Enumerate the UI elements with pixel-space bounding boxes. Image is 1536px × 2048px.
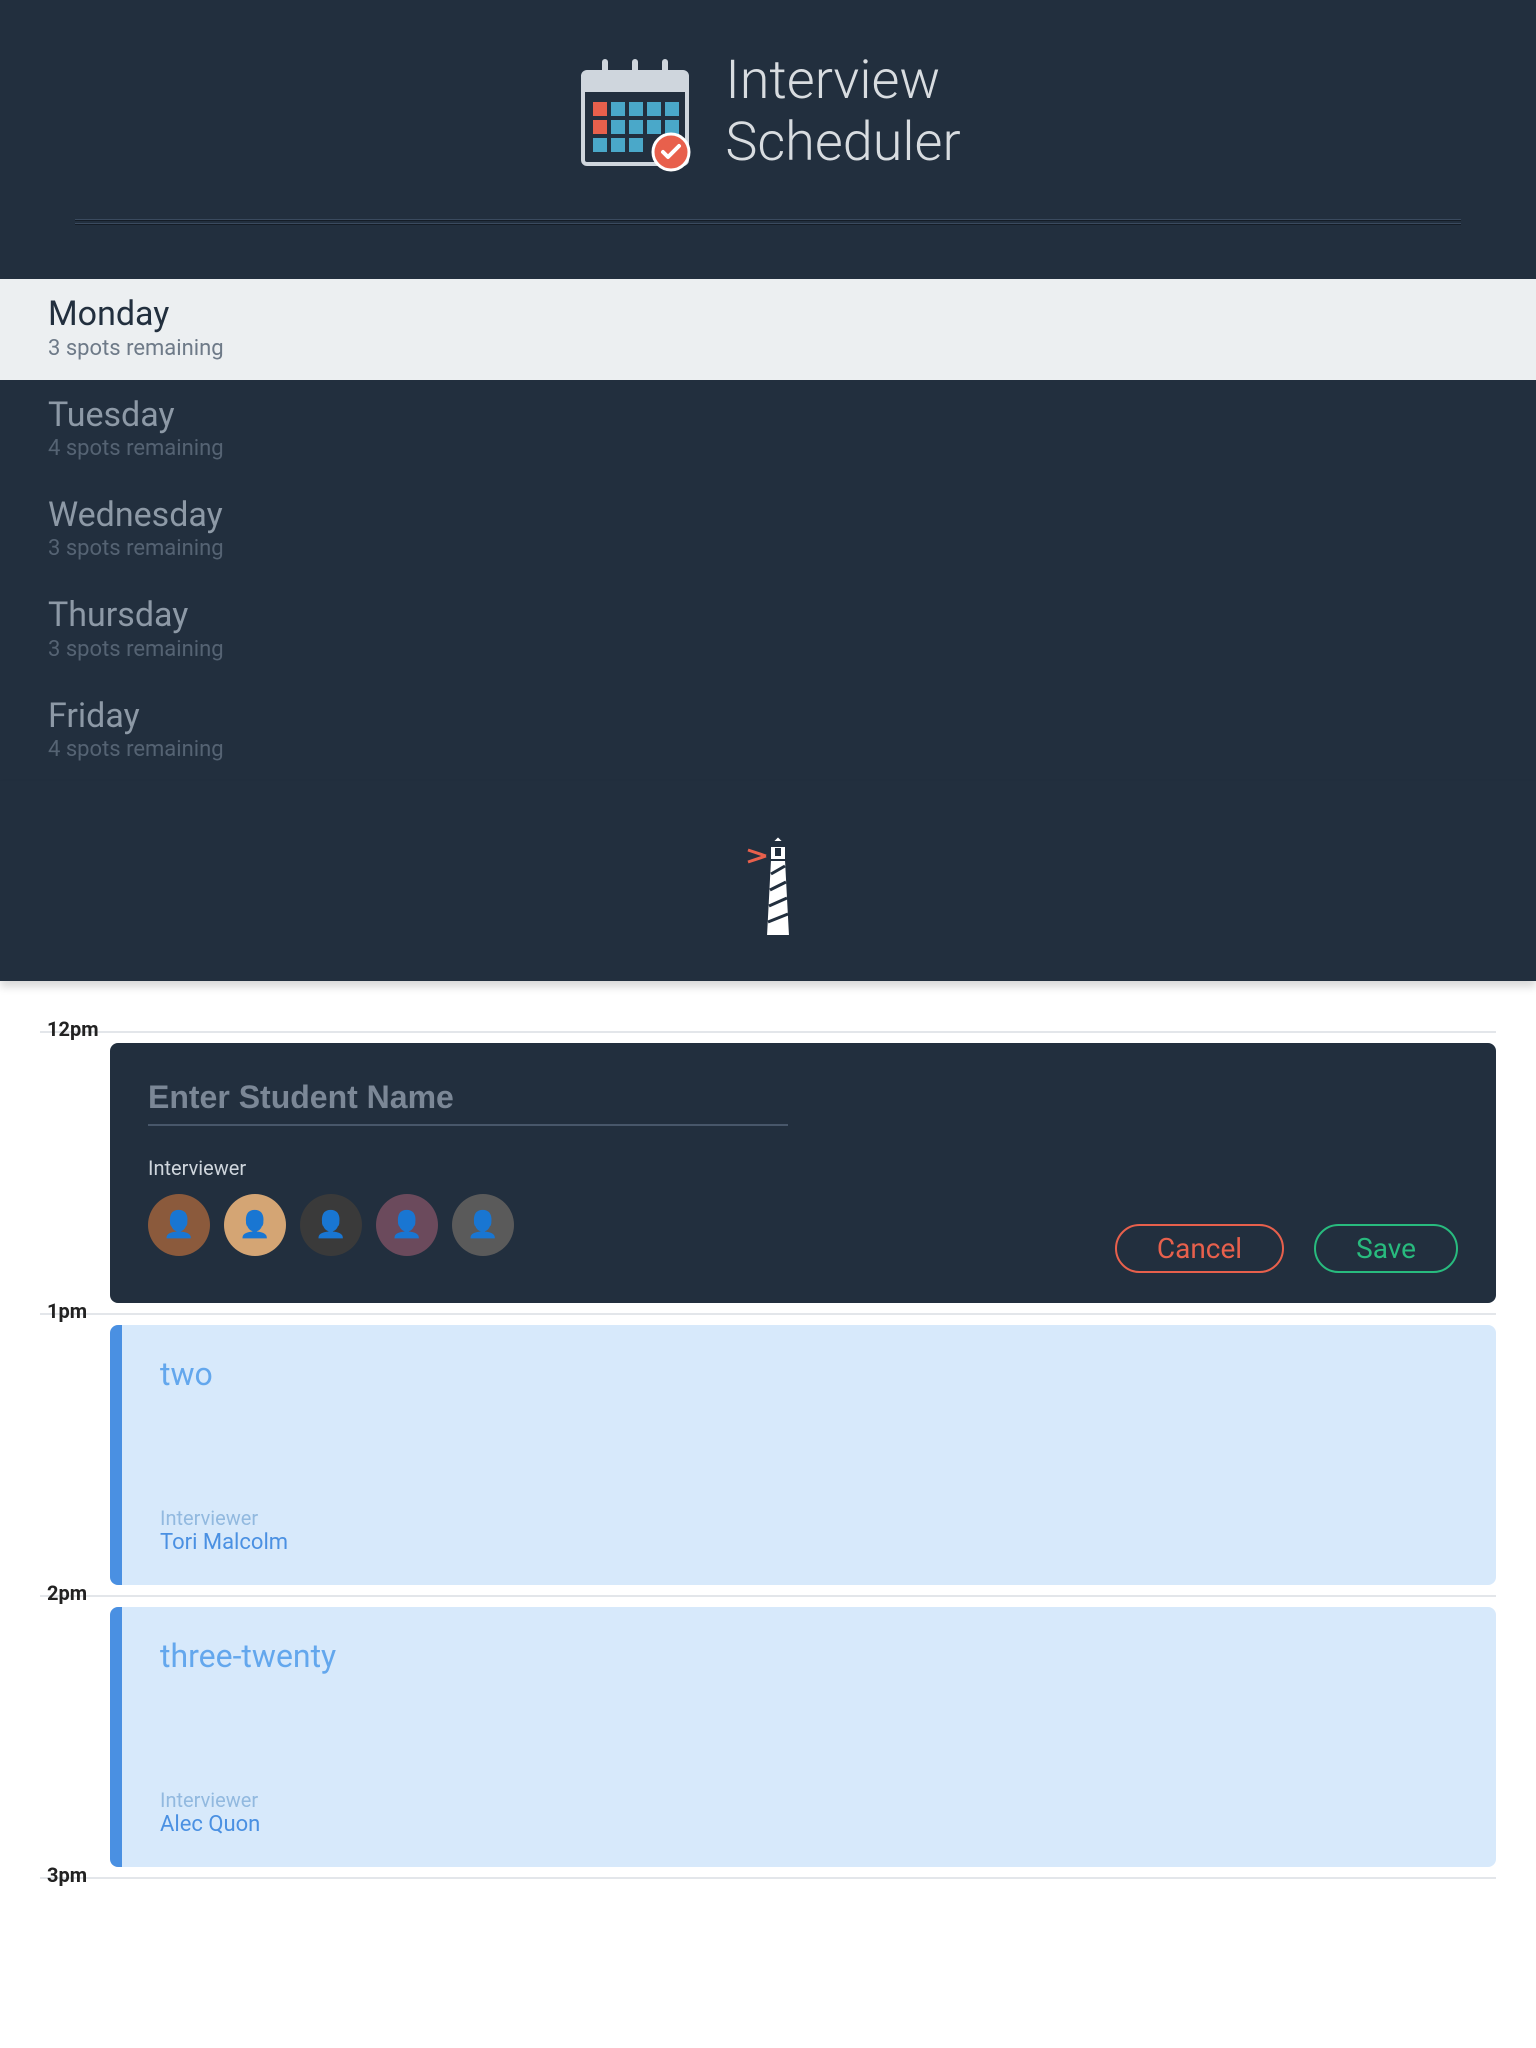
interviewer-label: Interviewer (160, 1788, 1458, 1812)
day-item-friday[interactable]: Friday 4 spots remaining (0, 681, 1536, 781)
time-label: 1pm (47, 1299, 87, 1323)
time-slot-12pm: 12pm Interviewer 👤 👤 👤 👤 👤 Cancel Save (40, 1031, 1496, 1303)
header-divider (75, 219, 1461, 220)
appointment-card[interactable]: three-twenty Interviewer Alec Quon (110, 1607, 1496, 1867)
interviewer-avatar[interactable]: 👤 (452, 1194, 514, 1256)
day-item-thursday[interactable]: Thursday 3 spots remaining (0, 580, 1536, 680)
appointment-form: Interviewer 👤 👤 👤 👤 👤 Cancel Save (110, 1043, 1496, 1303)
time-slot-3pm: 3pm (40, 1877, 1496, 1879)
interviewer-avatar[interactable]: 👤 (224, 1194, 286, 1256)
day-item-monday[interactable]: Monday 3 spots remaining (0, 279, 1536, 379)
slot-separator (40, 1031, 1496, 1033)
calendar-logo-icon (575, 52, 695, 172)
app-header: Interview Scheduler (0, 0, 1536, 279)
day-spots: 4 spots remaining (48, 737, 1488, 762)
interviewer-avatar[interactable]: 👤 (148, 1194, 210, 1256)
slot-separator (40, 1595, 1496, 1597)
day-spots: 3 spots remaining (48, 637, 1488, 662)
day-spots: 3 spots remaining (48, 336, 1488, 361)
interviewer-avatar[interactable]: 👤 (300, 1194, 362, 1256)
student-name-input[interactable] (148, 1073, 788, 1126)
day-item-wednesday[interactable]: Wednesday 3 spots remaining (0, 480, 1536, 580)
time-label: 3pm (47, 1863, 87, 1887)
save-button[interactable]: Save (1314, 1224, 1458, 1273)
interviewer-avatar[interactable]: 👤 (376, 1194, 438, 1256)
day-name: Friday (48, 698, 1488, 735)
slot-separator (40, 1877, 1496, 1879)
day-name: Tuesday (48, 397, 1488, 434)
day-spots: 4 spots remaining (48, 436, 1488, 461)
time-label: 2pm (47, 1581, 87, 1605)
interviewer-label: Interviewer (160, 1506, 1458, 1530)
interviewer-label: Interviewer (148, 1156, 1458, 1180)
lighthouse-icon (0, 781, 1536, 981)
day-name: Thursday (48, 597, 1488, 634)
student-name: two (160, 1355, 1458, 1393)
cancel-button[interactable]: Cancel (1115, 1224, 1284, 1273)
day-list: Monday 3 spots remaining Tuesday 4 spots… (0, 279, 1536, 781)
student-name: three-twenty (160, 1637, 1458, 1675)
time-slot-1pm: 1pm two Interviewer Tori Malcolm (40, 1313, 1496, 1585)
day-item-tuesday[interactable]: Tuesday 4 spots remaining (0, 380, 1536, 480)
day-name: Monday (48, 296, 1488, 333)
app-title-line2: Scheduler (725, 112, 960, 174)
interviewer-name: Tori Malcolm (160, 1530, 1458, 1555)
day-spots: 3 spots remaining (48, 536, 1488, 561)
time-slot-2pm: 2pm three-twenty Interviewer Alec Quon (40, 1595, 1496, 1867)
header-divider (75, 223, 1461, 224)
app-title: Interview Scheduler (725, 50, 960, 174)
schedule: 12pm Interviewer 👤 👤 👤 👤 👤 Cancel Save 1… (0, 981, 1536, 1879)
slot-separator (40, 1313, 1496, 1315)
app-title-line1: Interview (725, 50, 960, 112)
day-name: Wednesday (48, 497, 1488, 534)
appointment-card[interactable]: two Interviewer Tori Malcolm (110, 1325, 1496, 1585)
time-label: 12pm (47, 1017, 99, 1041)
interviewer-name: Alec Quon (160, 1812, 1458, 1837)
